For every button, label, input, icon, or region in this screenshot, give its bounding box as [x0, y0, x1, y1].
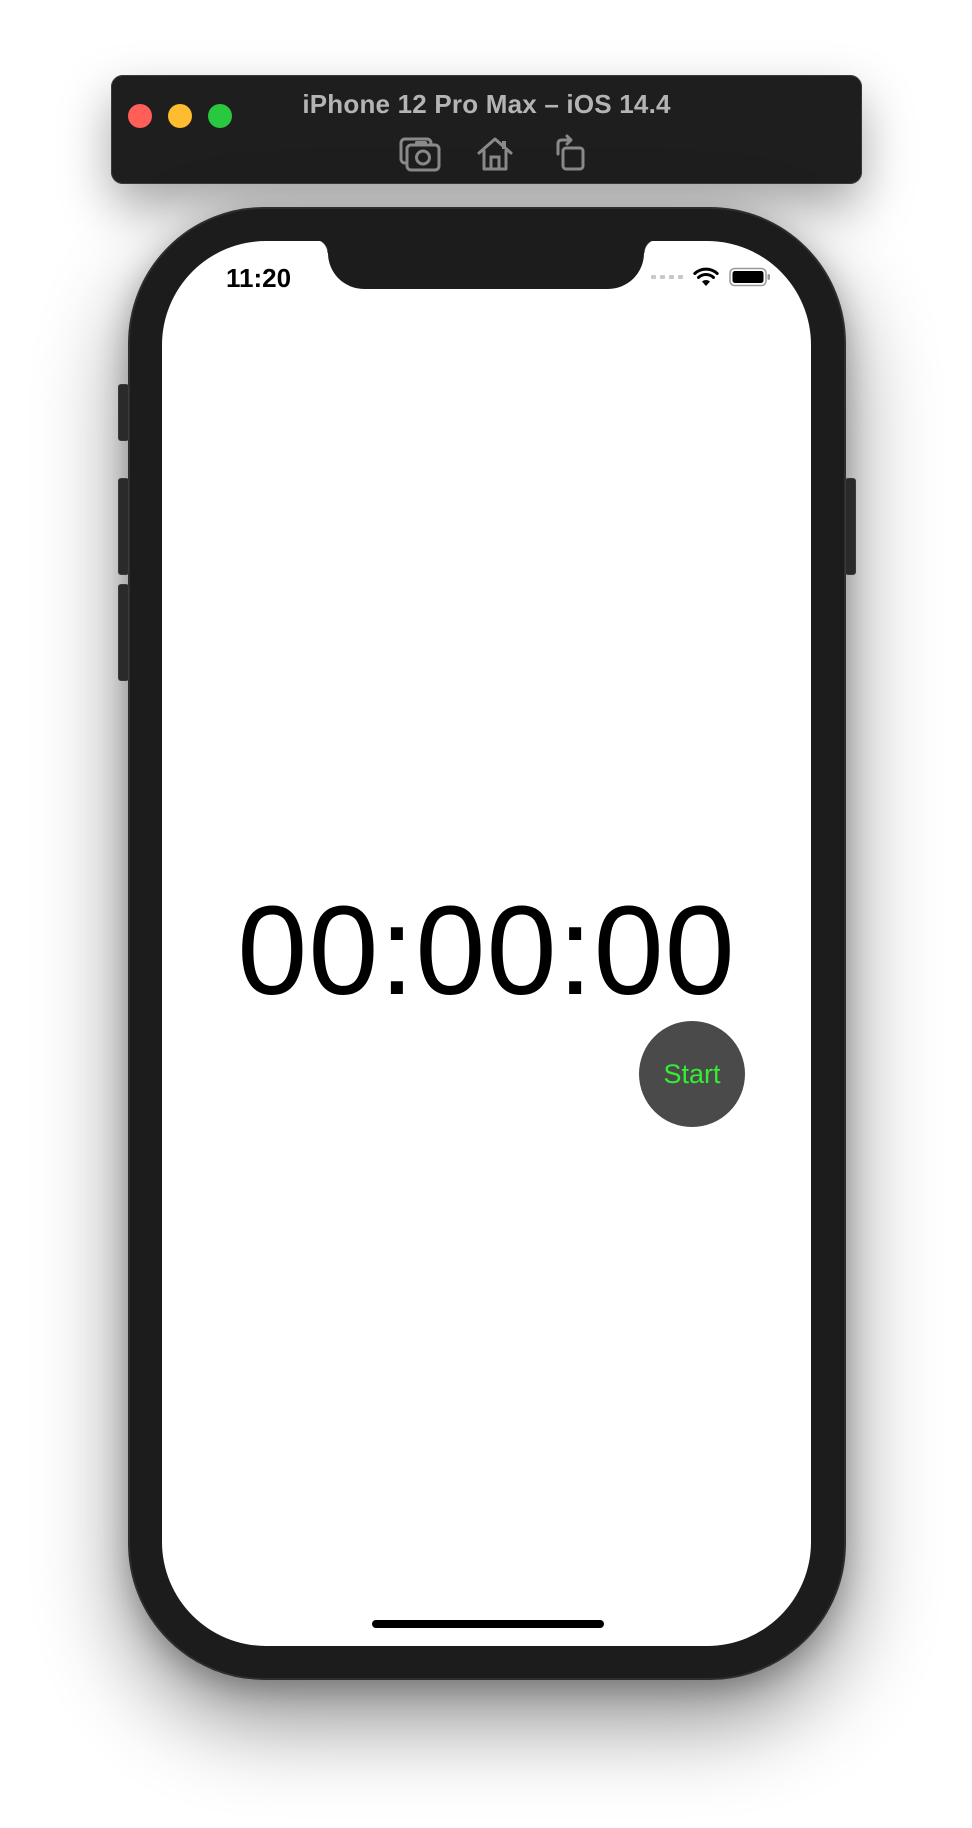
- power-button: [845, 478, 856, 575]
- status-bar-indicators: [651, 267, 771, 287]
- screenshot-icon: [399, 137, 441, 172]
- window-title: iPhone 12 Pro Max – iOS 14.4: [302, 89, 671, 119]
- battery-icon: [729, 267, 770, 287]
- status-bar-time: 11:20: [226, 263, 292, 293]
- rotate-icon: [556, 134, 585, 171]
- volume-up-button: [118, 478, 129, 575]
- notch: [314, 241, 658, 289]
- start-button[interactable]: Start: [639, 1021, 745, 1127]
- simulator-stage: iPhone 12 Pro Max – iOS 14.4 11:20 00:00…: [0, 0, 972, 1828]
- device-screen: 11:20 00:00:00 Start: [162, 241, 811, 1646]
- simulator-title-bar: iPhone 12 Pro Max – iOS 14.4: [111, 75, 862, 184]
- timer-display: 00:00:00: [237, 880, 736, 1021]
- home-indicator[interactable]: [372, 1620, 604, 1628]
- wifi-icon: [693, 267, 719, 286]
- rotate-button[interactable]: [547, 131, 593, 177]
- home-icon: [477, 137, 513, 171]
- cellular-icon: [651, 275, 683, 279]
- screenshot-button[interactable]: [397, 131, 443, 177]
- silent-switch: [118, 384, 129, 441]
- volume-down-button: [118, 584, 129, 681]
- home-button[interactable]: [472, 131, 518, 177]
